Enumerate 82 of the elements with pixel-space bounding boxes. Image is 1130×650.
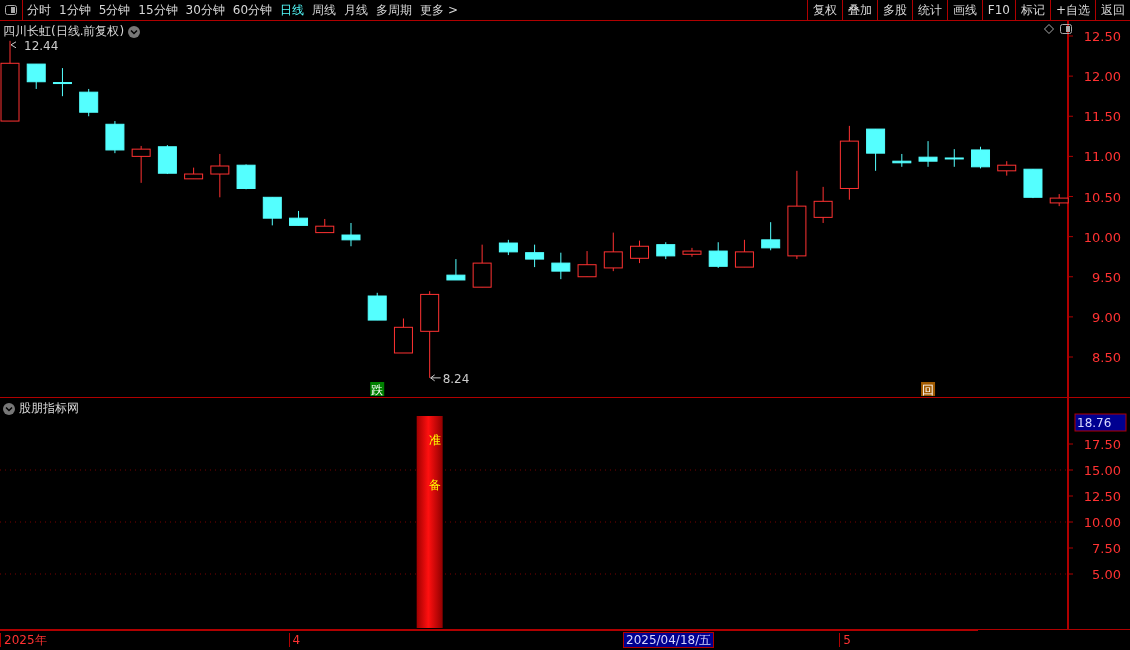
candlestick: [734, 239, 754, 268]
candlestick: [184, 167, 204, 180]
axis-label: 10.50: [1083, 189, 1121, 205]
date-label: 2025年: [0, 633, 47, 647]
period-tab[interactable]: 5分钟: [94, 0, 135, 20]
diamond-icon[interactable]: [1044, 24, 1054, 34]
bar-label: 准: [428, 433, 441, 447]
axis-label: 11.50: [1083, 109, 1121, 125]
axis-label: 10.00: [1083, 515, 1121, 530]
candlestick: [997, 160, 1017, 177]
candlestick: [289, 210, 309, 226]
candlestick: [918, 140, 938, 168]
candlestick: [52, 67, 72, 97]
candlestick: [105, 120, 125, 154]
axis-label: 12.00: [1083, 69, 1121, 85]
period-tab[interactable]: 60分钟: [228, 0, 277, 20]
candlestick: [393, 318, 413, 354]
candlestick: [577, 250, 597, 278]
axis-label: 12.50: [1083, 29, 1121, 44]
period-tab[interactable]: 30分钟: [181, 0, 229, 20]
candlestick: [761, 221, 781, 251]
candlestick: [813, 186, 833, 224]
leader-line: [10, 41, 17, 49]
axis-label: 15.00: [1083, 463, 1121, 478]
candlestick: [472, 244, 492, 288]
leader-line: [430, 374, 442, 382]
candlestick: [498, 239, 518, 256]
period-tab[interactable]: 分时: [23, 0, 55, 20]
period-tab[interactable]: 更多 >: [416, 0, 462, 20]
date-label: 4: [288, 633, 301, 647]
fall-signal: 跌: [370, 382, 385, 397]
axis-label: 17.50: [1083, 437, 1121, 452]
period-tab[interactable]: 15分钟: [134, 0, 182, 20]
period-tab[interactable]: 周线: [308, 0, 341, 20]
axis-label: 9.50: [1092, 269, 1121, 285]
axis-label: 9.00: [1092, 309, 1121, 325]
high-price-label: 12.44: [24, 38, 59, 53]
candlestick: [79, 88, 99, 117]
date-label: 5: [839, 633, 851, 647]
candlestick: [944, 148, 964, 168]
candlestick: [971, 146, 990, 169]
candlestick: [1023, 168, 1043, 199]
axis-label: 8.50: [1092, 350, 1121, 365]
period-tab[interactable]: 月线: [340, 0, 373, 20]
chart-title: 四川长虹(日线.前复权): [3, 23, 125, 40]
candlestick: [26, 63, 46, 90]
candlestick: [525, 244, 545, 268]
axis-label: 5.00: [1092, 567, 1121, 582]
dropdown-icon[interactable]: [3, 402, 15, 415]
candlestick: [603, 232, 623, 272]
period-tab[interactable]: 1分钟: [55, 0, 95, 20]
candlestick: [630, 240, 649, 264]
candlestick: [262, 196, 282, 226]
panel-toggle-icon[interactable]: [5, 5, 17, 15]
axis-label: 10.00: [1083, 229, 1121, 245]
dropdown-icon[interactable]: [128, 25, 141, 38]
candlestick: [236, 163, 256, 190]
candlestick: [551, 252, 571, 280]
candlestick: [866, 128, 886, 172]
candlestick: [446, 258, 466, 281]
candlestick: [1049, 193, 1069, 207]
axis-label: 12.50: [1083, 489, 1121, 504]
bar-label: 备: [428, 478, 441, 492]
candlestick: [131, 145, 151, 184]
current-value-tag: 18.76: [1074, 413, 1127, 432]
candlestick: [210, 153, 230, 198]
panel-toggle-icon[interactable]: [1060, 24, 1072, 34]
period-tab[interactable]: 日线: [276, 0, 309, 20]
low-price-label: 8.24: [442, 371, 470, 386]
candlestick: [157, 144, 177, 175]
candlestick: [315, 218, 335, 234]
candlestick: [656, 241, 676, 260]
candlestick: [341, 222, 361, 247]
axis-label: 11.00: [1083, 149, 1121, 165]
indicator-title: 股朋指标网: [19, 400, 79, 417]
axis-label: 7.50: [1092, 541, 1121, 556]
return-signal: 回: [921, 382, 936, 397]
candlestick: [367, 292, 387, 321]
candlestick: [708, 241, 728, 269]
cursor-date: 2025/04/18/五: [623, 632, 715, 648]
period-tab[interactable]: 多周期: [372, 0, 417, 20]
candlestick: [892, 153, 912, 168]
